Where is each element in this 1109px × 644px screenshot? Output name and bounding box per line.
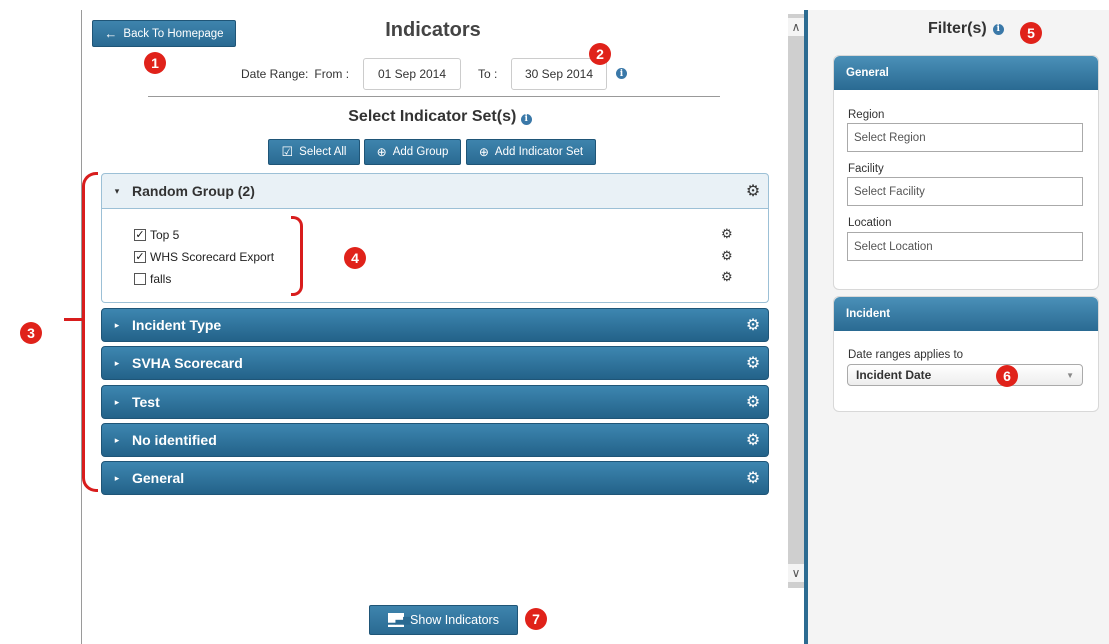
from-date-input[interactable]: 01 Sep 2014 — [363, 58, 461, 90]
to-label: To : — [478, 67, 498, 81]
indicator-set-label: Top 5 — [150, 228, 180, 242]
items-brace — [291, 216, 303, 296]
region-label: Region — [848, 109, 885, 121]
filters-title: Filter(s) i — [928, 20, 1004, 38]
checkbox-checked[interactable]: ✓ — [134, 251, 146, 263]
group-header-test[interactable]: ▸ Test ⚙ — [101, 385, 769, 419]
section-title-text: Select Indicator Set(s) — [348, 108, 517, 125]
brace-tip — [64, 318, 82, 321]
filters-title-text: Filter(s) — [928, 20, 987, 37]
callout-marker: 1 — [144, 52, 166, 74]
plus-circle-icon: ⊕ — [478, 145, 489, 159]
group-title: General — [132, 470, 185, 486]
show-indicators-label: Show Indicators — [410, 613, 499, 627]
info-icon[interactable]: i — [616, 68, 627, 79]
select-value: Incident Date — [856, 368, 932, 382]
date-range-applies-select[interactable]: Incident Date ▼ — [847, 364, 1083, 386]
group-title: SVHA Scorecard — [132, 355, 243, 371]
gear-icon[interactable]: ⚙ — [721, 248, 733, 264]
indicator-set-item[interactable]: falls — [134, 272, 171, 286]
arrow-left-icon: ← — [104, 26, 118, 41]
incident-card-header: Incident — [834, 297, 1098, 331]
caret-right-icon: ▸ — [114, 472, 120, 483]
group-header-incident-type[interactable]: ▸ Incident Type ⚙ — [101, 308, 769, 342]
add-indicator-set-label: Add Indicator Set — [494, 146, 584, 158]
gear-icon[interactable]: ⚙ — [738, 181, 768, 201]
select-all-label: Select All — [299, 146, 347, 158]
gear-icon[interactable]: ⚙ — [738, 468, 768, 488]
from-label: From : — [314, 67, 350, 81]
region-input[interactable]: Select Region — [847, 123, 1083, 152]
back-to-homepage-button[interactable]: ← Back To Homepage — [92, 20, 236, 47]
scroll-area-bottom — [788, 588, 804, 644]
dropdown-arrow-icon: ▼ — [1066, 370, 1074, 380]
caret-right-icon: ▸ — [114, 396, 120, 407]
gear-icon[interactable]: ⚙ — [738, 392, 768, 412]
group-header-random-group[interactable]: ▾ Random Group (2) ⚙ — [101, 173, 769, 209]
gear-icon[interactable]: ⚙ — [721, 269, 733, 285]
group-title: Random Group (2) — [132, 183, 255, 199]
facility-label: Facility — [848, 163, 884, 175]
show-indicators-button[interactable]: ▁▃▅ Show Indicators — [369, 605, 518, 635]
add-indicator-set-button[interactable]: ⊕ Add Indicator Set — [466, 139, 596, 165]
scrollbar-track[interactable] — [788, 14, 804, 588]
callout-marker: 6 — [996, 365, 1018, 387]
group-header-no-identified[interactable]: ▸ No identified ⚙ — [101, 423, 769, 457]
indicator-set-label: WHS Scorecard Export — [150, 250, 275, 264]
checkbox-icon: ☑ — [281, 144, 294, 159]
group-header-svha-scorecard[interactable]: ▸ SVHA Scorecard ⚙ — [101, 346, 769, 380]
indicator-set-item[interactable]: ✓ Top 5 — [134, 228, 179, 242]
info-icon[interactable]: i — [992, 23, 1004, 35]
general-card-header: General — [834, 56, 1098, 90]
add-group-label: Add Group — [392, 146, 449, 158]
date-range-label: Date Range: — [241, 67, 309, 81]
checkbox-checked[interactable]: ✓ — [134, 229, 146, 241]
caret-right-icon: ▸ — [114, 357, 120, 368]
plus-circle-icon: ⊕ — [376, 145, 387, 159]
callout-marker: 2 — [589, 43, 611, 65]
select-all-button[interactable]: ☑ Select All — [268, 139, 360, 165]
callout-marker: 3 — [20, 322, 42, 344]
indicator-set-label: falls — [150, 272, 172, 286]
date-ranges-label: Date ranges applies to — [848, 349, 964, 361]
add-group-button[interactable]: ⊕ Add Group — [364, 139, 461, 165]
indicators-screen: ← Back To Homepage Indicators Date Range… — [0, 0, 1109, 644]
gear-icon[interactable]: ⚙ — [738, 315, 768, 335]
group-title: Incident Type — [132, 317, 222, 333]
gear-icon[interactable]: ⚙ — [738, 430, 768, 450]
group-title: No identified — [132, 432, 217, 448]
caret-down-icon: ▾ — [114, 185, 120, 196]
facility-input[interactable]: Select Facility — [847, 177, 1083, 206]
gear-icon[interactable]: ⚙ — [721, 226, 733, 242]
select-indicator-sets-title: Select Indicator Set(s) i — [300, 108, 580, 126]
checkbox-unchecked[interactable] — [134, 273, 146, 285]
callout-marker: 7 — [525, 608, 547, 630]
location-input[interactable]: Select Location — [847, 232, 1083, 261]
location-label: Location — [848, 217, 892, 229]
date-range-label-group: Date Range: From : — [241, 58, 349, 90]
group-header-general[interactable]: ▸ General ⚙ — [101, 461, 769, 495]
gear-icon[interactable]: ⚙ — [738, 353, 768, 373]
info-icon[interactable]: i — [520, 113, 532, 125]
divider — [148, 96, 720, 97]
scroll-up-arrow-icon[interactable]: ∧ — [788, 18, 804, 36]
scroll-down-arrow-icon[interactable]: ∨ — [788, 564, 804, 582]
group-brace — [82, 172, 98, 492]
bar-chart-icon: ▁▃▅ — [388, 613, 412, 627]
caret-right-icon: ▸ — [114, 319, 120, 330]
callout-marker: 4 — [344, 247, 366, 269]
callout-marker: 5 — [1020, 22, 1042, 44]
caret-right-icon: ▸ — [114, 434, 120, 445]
group-title: Test — [132, 394, 160, 410]
indicator-set-item[interactable]: ✓ WHS Scorecard Export — [134, 250, 274, 264]
page-title: Indicators — [385, 19, 481, 41]
back-button-label: Back To Homepage — [123, 27, 224, 40]
